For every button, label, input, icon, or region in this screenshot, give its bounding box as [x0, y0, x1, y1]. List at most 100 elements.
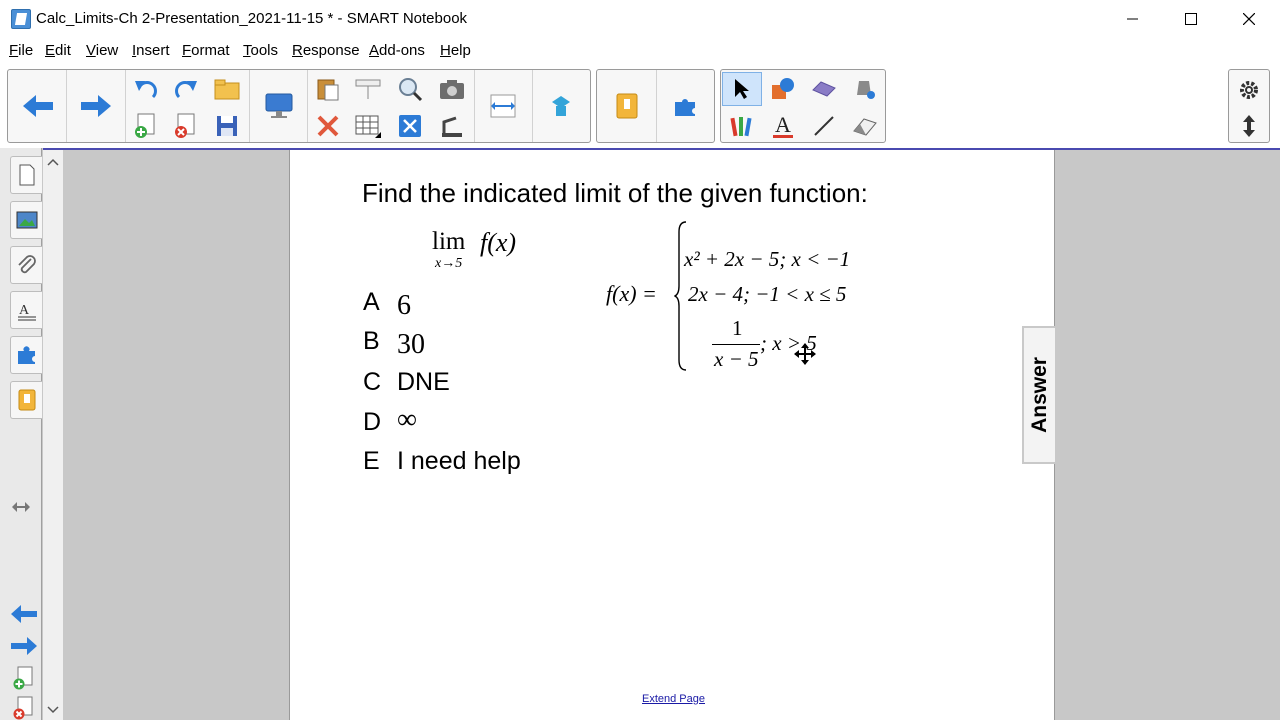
document-camera-button[interactable]: [434, 110, 470, 142]
menu-insert[interactable]: Insert: [132, 42, 170, 59]
fraction-bar: [712, 344, 760, 345]
add-ons-button[interactable]: [658, 80, 714, 132]
scroll-down-icon[interactable]: [43, 700, 63, 720]
paste-button[interactable]: [310, 73, 346, 105]
question-title[interactable]: Find the indicated limit of the given fu…: [362, 178, 868, 209]
response-icon: [18, 389, 35, 411]
fill-tool-button[interactable]: [845, 72, 885, 106]
menu-format[interactable]: Format: [182, 42, 230, 59]
menu-bar: File Edit View Insert Format Tools Respo…: [0, 38, 1280, 64]
option-text-b[interactable]: 30: [397, 329, 425, 361]
back-arrow-icon: [23, 95, 53, 117]
redo-icon: [175, 81, 197, 99]
title-bar: Calc_Limits-Ch 2-Presentation_2021-11-15…: [0, 0, 1280, 38]
magnifier-button[interactable]: [392, 73, 428, 105]
function-case-2: 2x − 4; −1 < x ≤ 5: [688, 282, 847, 306]
screen-shade-button[interactable]: [252, 80, 306, 132]
option-text-a[interactable]: 6: [397, 290, 411, 322]
option-letter-e: E: [363, 447, 380, 475]
add-page-button[interactable]: [128, 110, 164, 142]
show-pointer-button[interactable]: [350, 73, 386, 105]
minimize-icon: [1127, 18, 1138, 20]
full-screen-button[interactable]: [534, 80, 588, 132]
eraser-shape-button[interactable]: [804, 72, 844, 106]
menu-file[interactable]: File: [9, 42, 33, 59]
menu-add-ons[interactable]: Add-ons: [369, 42, 425, 59]
document-camera-icon: [442, 116, 462, 137]
select-tool-button[interactable]: [722, 72, 762, 106]
redo-button[interactable]: [168, 73, 204, 105]
move-cursor-icon: [794, 343, 816, 365]
previous-page-button[interactable]: [10, 80, 66, 132]
menu-view[interactable]: View: [86, 42, 118, 59]
clear-page-button[interactable]: [392, 110, 428, 142]
gallery-tab[interactable]: [10, 201, 42, 239]
toolbar-group-tools: A: [720, 69, 886, 143]
left-next-page-button[interactable]: [10, 634, 38, 658]
delete-button[interactable]: [310, 110, 346, 142]
open-file-button[interactable]: [209, 73, 245, 105]
next-page-button[interactable]: [68, 80, 124, 132]
scroll-up-icon[interactable]: [43, 152, 63, 172]
option-letter-b: B: [363, 327, 380, 355]
delete-page-button[interactable]: [168, 110, 204, 142]
notebook-page[interactable]: Find the indicated limit of the given fu…: [289, 150, 1055, 720]
option-text-c[interactable]: DNE: [397, 368, 450, 397]
screen-capture-button[interactable]: [434, 73, 470, 105]
puzzle-icon: [17, 346, 35, 364]
delete-page-icon: [175, 113, 195, 138]
properties-tab[interactable]: A: [10, 291, 42, 329]
paste-icon: [317, 79, 339, 101]
option-text-e[interactable]: I need help: [397, 447, 521, 476]
answer-tab[interactable]: Answer: [1022, 326, 1055, 464]
response-tab[interactable]: [10, 381, 42, 419]
menu-tools[interactable]: Tools: [243, 42, 278, 59]
insert-table-button[interactable]: [350, 110, 386, 142]
add-ons-tab[interactable]: [10, 336, 42, 374]
settings-button[interactable]: [1230, 74, 1268, 106]
eraser-icon: [853, 118, 877, 136]
smart-notebook-app-icon: [11, 9, 31, 29]
clear-icon: [399, 115, 421, 137]
menu-edit[interactable]: Edit: [45, 42, 71, 59]
minimize-button[interactable]: [1104, 0, 1162, 38]
resize-panel-handle[interactable]: [12, 500, 32, 516]
option-letter-d: D: [363, 408, 382, 436]
maximize-icon: [1185, 13, 1197, 25]
response-button[interactable]: [599, 80, 655, 132]
attachments-tab[interactable]: [10, 246, 42, 284]
save-button[interactable]: [209, 110, 245, 142]
magnifier-icon: [399, 78, 423, 102]
extend-page-link[interactable]: Extend Page: [642, 693, 705, 705]
paperclip-icon: [17, 255, 36, 274]
left-previous-page-button[interactable]: [10, 602, 38, 626]
page-sorter-tab[interactable]: [10, 156, 42, 194]
undo-button[interactable]: [128, 73, 164, 105]
dual-page-button[interactable]: [476, 80, 530, 132]
screen-shade-icon: [265, 93, 293, 118]
select-arrow-icon: [735, 79, 749, 99]
option-letter-a: A: [363, 288, 380, 316]
left-delete-page-button[interactable]: [10, 696, 38, 720]
fill-icon: [857, 81, 875, 99]
close-button[interactable]: [1220, 0, 1278, 38]
text-tool-button[interactable]: A: [763, 109, 803, 143]
line-tool-button[interactable]: [804, 109, 844, 143]
toolbar-group-addons: [596, 69, 715, 143]
text-icon: A: [773, 113, 793, 138]
pens-icon: [730, 117, 752, 137]
pens-tool-button[interactable]: [722, 109, 762, 143]
toolbar-position-button[interactable]: [1230, 110, 1268, 142]
gallery-icon: [16, 211, 37, 229]
shapes-icon: [772, 78, 794, 99]
maximize-button[interactable]: [1162, 0, 1220, 38]
shapes-tool-button[interactable]: [763, 72, 803, 106]
left-add-page-button[interactable]: [10, 666, 38, 690]
menu-help[interactable]: Help: [440, 42, 471, 59]
vertical-scrollbar[interactable]: [43, 150, 63, 720]
eraser-tool-button[interactable]: [845, 109, 885, 143]
back-arrow-icon: [11, 605, 37, 623]
option-text-d[interactable]: ∞: [397, 404, 417, 436]
svg-text:A: A: [775, 113, 791, 137]
menu-response[interactable]: Response: [292, 42, 360, 59]
